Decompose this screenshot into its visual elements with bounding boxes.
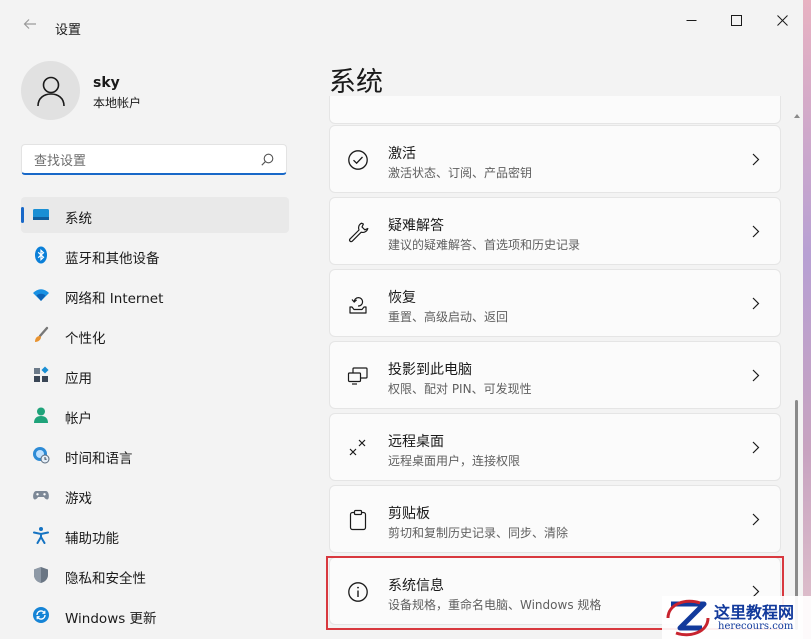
maximize-button[interactable] xyxy=(721,9,751,31)
search-icon[interactable] xyxy=(261,153,274,166)
minimize-icon xyxy=(686,19,696,21)
watermark-name: 这里教程网 xyxy=(714,603,795,622)
card-title: 剪贴板 xyxy=(388,506,430,522)
card-title: 疑难解答 xyxy=(388,218,444,234)
personalization-icon xyxy=(35,326,49,342)
sidebar-nav: 系统 蓝牙和其他设备 网络和 Internet 个性化 应用 帐户 时间和语言 … xyxy=(21,197,289,637)
sidebar-item-gaming[interactable]: 游戏 xyxy=(21,477,289,513)
watermark-url: herecours.com xyxy=(718,621,794,632)
sidebar-item-label: 时间和语言 xyxy=(65,451,133,467)
sidebar-item-label: Windows 更新 xyxy=(65,611,157,627)
settings-card-clipboard[interactable]: 剪贴板 剪切和复制历史记录、同步、清除 xyxy=(329,485,781,553)
scroll-up-arrow-icon[interactable] xyxy=(794,114,800,118)
windows-update-icon xyxy=(33,607,49,623)
settings-card-troubleshoot[interactable]: 疑难解答 建议的疑难解答、首选项和历史记录 xyxy=(329,197,781,265)
sidebar-item-label: 蓝牙和其他设备 xyxy=(65,251,160,267)
card-subtitle: 远程桌面用户，连接权限 xyxy=(388,454,521,468)
maximize-icon xyxy=(730,14,742,26)
card-title: 激活 xyxy=(388,146,416,162)
sidebar-item-label: 个性化 xyxy=(65,331,106,347)
watermark: 这里教程网 herecours.com xyxy=(662,596,811,639)
time-language-icon xyxy=(33,447,50,464)
sidebar-item-label: 帐户 xyxy=(65,411,92,427)
sidebar-item-accessibility[interactable]: 辅助功能 xyxy=(21,517,289,553)
sidebar-item-time-language[interactable]: 时间和语言 xyxy=(21,437,289,473)
system-icon xyxy=(33,209,49,220)
minimize-button[interactable] xyxy=(676,9,706,31)
clipboard-icon xyxy=(349,509,367,531)
activation-icon xyxy=(348,150,368,170)
chevron-right-icon xyxy=(752,513,760,526)
apps-icon xyxy=(34,366,49,382)
card-subtitle: 建议的疑难解答、首选项和历史记录 xyxy=(388,238,581,252)
privacy-icon xyxy=(34,567,48,583)
sidebar-item-label: 游戏 xyxy=(65,491,92,507)
desktop-wallpaper-strip xyxy=(803,0,811,639)
settings-card-partial[interactable] xyxy=(329,96,781,124)
card-title: 投影到此电脑 xyxy=(388,362,472,378)
sidebar-item-label: 系统 xyxy=(65,211,92,227)
gaming-icon xyxy=(33,491,49,500)
card-subtitle: 重置、高级启动、返回 xyxy=(388,310,509,324)
sidebar-item-network[interactable]: 网络和 Internet xyxy=(21,277,289,313)
sidebar-item-privacy[interactable]: 隐私和安全性 xyxy=(21,557,289,593)
sidebar-item-label: 网络和 Internet xyxy=(65,291,164,307)
settings-card-remote-desktop[interactable]: 远程桌面 远程桌面用户，连接权限 xyxy=(329,413,781,481)
settings-card-activation[interactable]: 激活 激活状态、订阅、产品密钥 xyxy=(329,125,781,193)
search-box[interactable] xyxy=(21,144,287,175)
watermark-logo-icon xyxy=(666,599,710,637)
chevron-right-icon xyxy=(752,153,760,166)
user-icon xyxy=(36,76,65,106)
close-button[interactable] xyxy=(767,9,797,31)
close-icon xyxy=(776,14,788,26)
title-bar: 设置 xyxy=(0,0,811,52)
sidebar-item-personalization[interactable]: 个性化 xyxy=(21,317,289,353)
profile-name: sky xyxy=(93,75,120,91)
remote-desktop-icon xyxy=(349,439,366,456)
sidebar-item-label: 应用 xyxy=(65,371,92,387)
scrollbar[interactable] xyxy=(794,102,800,638)
sidebar-item-label: 隐私和安全性 xyxy=(65,571,146,587)
bluetooth-icon xyxy=(35,246,47,264)
avatar[interactable] xyxy=(21,61,80,120)
accessibility-icon xyxy=(33,527,49,544)
chevron-right-icon xyxy=(752,369,760,382)
app-title: 设置 xyxy=(55,23,82,38)
page-title: 系统 xyxy=(329,67,383,98)
card-subtitle: 激活状态、订阅、产品密钥 xyxy=(388,166,533,180)
settings-card-projecting[interactable]: 投影到此电脑 权限、配对 PIN、可发现性 xyxy=(329,341,781,409)
card-title: 远程桌面 xyxy=(388,434,444,450)
troubleshoot-icon xyxy=(348,222,369,243)
chevron-right-icon xyxy=(752,297,760,310)
search-input[interactable] xyxy=(32,151,256,171)
sidebar-item-label: 辅助功能 xyxy=(65,531,119,547)
projecting-icon xyxy=(347,367,368,385)
chevron-right-icon xyxy=(752,225,760,238)
card-subtitle: 剪切和复制历史记录、同步、清除 xyxy=(388,526,569,540)
network-icon xyxy=(33,289,49,301)
settings-card-recovery[interactable]: 恢复 重置、高级启动、返回 xyxy=(329,269,781,337)
card-title: 恢复 xyxy=(388,290,416,306)
profile-account-type: 本地帐户 xyxy=(93,96,142,110)
sidebar-item-accounts[interactable]: 帐户 xyxy=(21,397,289,433)
sidebar-item-windows-update[interactable]: Windows 更新 xyxy=(21,597,289,633)
sidebar-item-bluetooth[interactable]: 蓝牙和其他设备 xyxy=(21,237,289,273)
sidebar-item-apps[interactable]: 应用 xyxy=(21,357,289,393)
back-arrow-icon[interactable] xyxy=(22,16,38,32)
recovery-icon xyxy=(349,297,367,314)
card-subtitle: 权限、配对 PIN、可发现性 xyxy=(388,382,532,396)
chevron-right-icon xyxy=(752,441,760,454)
sidebar-item-system[interactable]: 系统 xyxy=(21,197,289,233)
accounts-icon xyxy=(34,407,48,423)
